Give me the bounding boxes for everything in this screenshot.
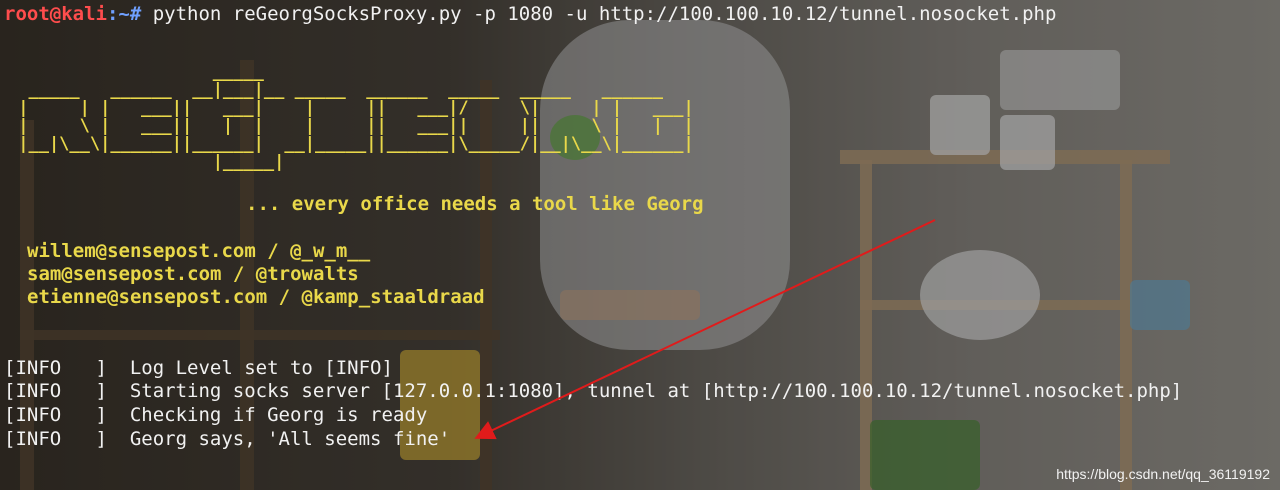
annotation-arrow <box>474 219 936 440</box>
watermark-text: https://blog.csdn.net/qq_36119192 <box>1056 466 1270 482</box>
